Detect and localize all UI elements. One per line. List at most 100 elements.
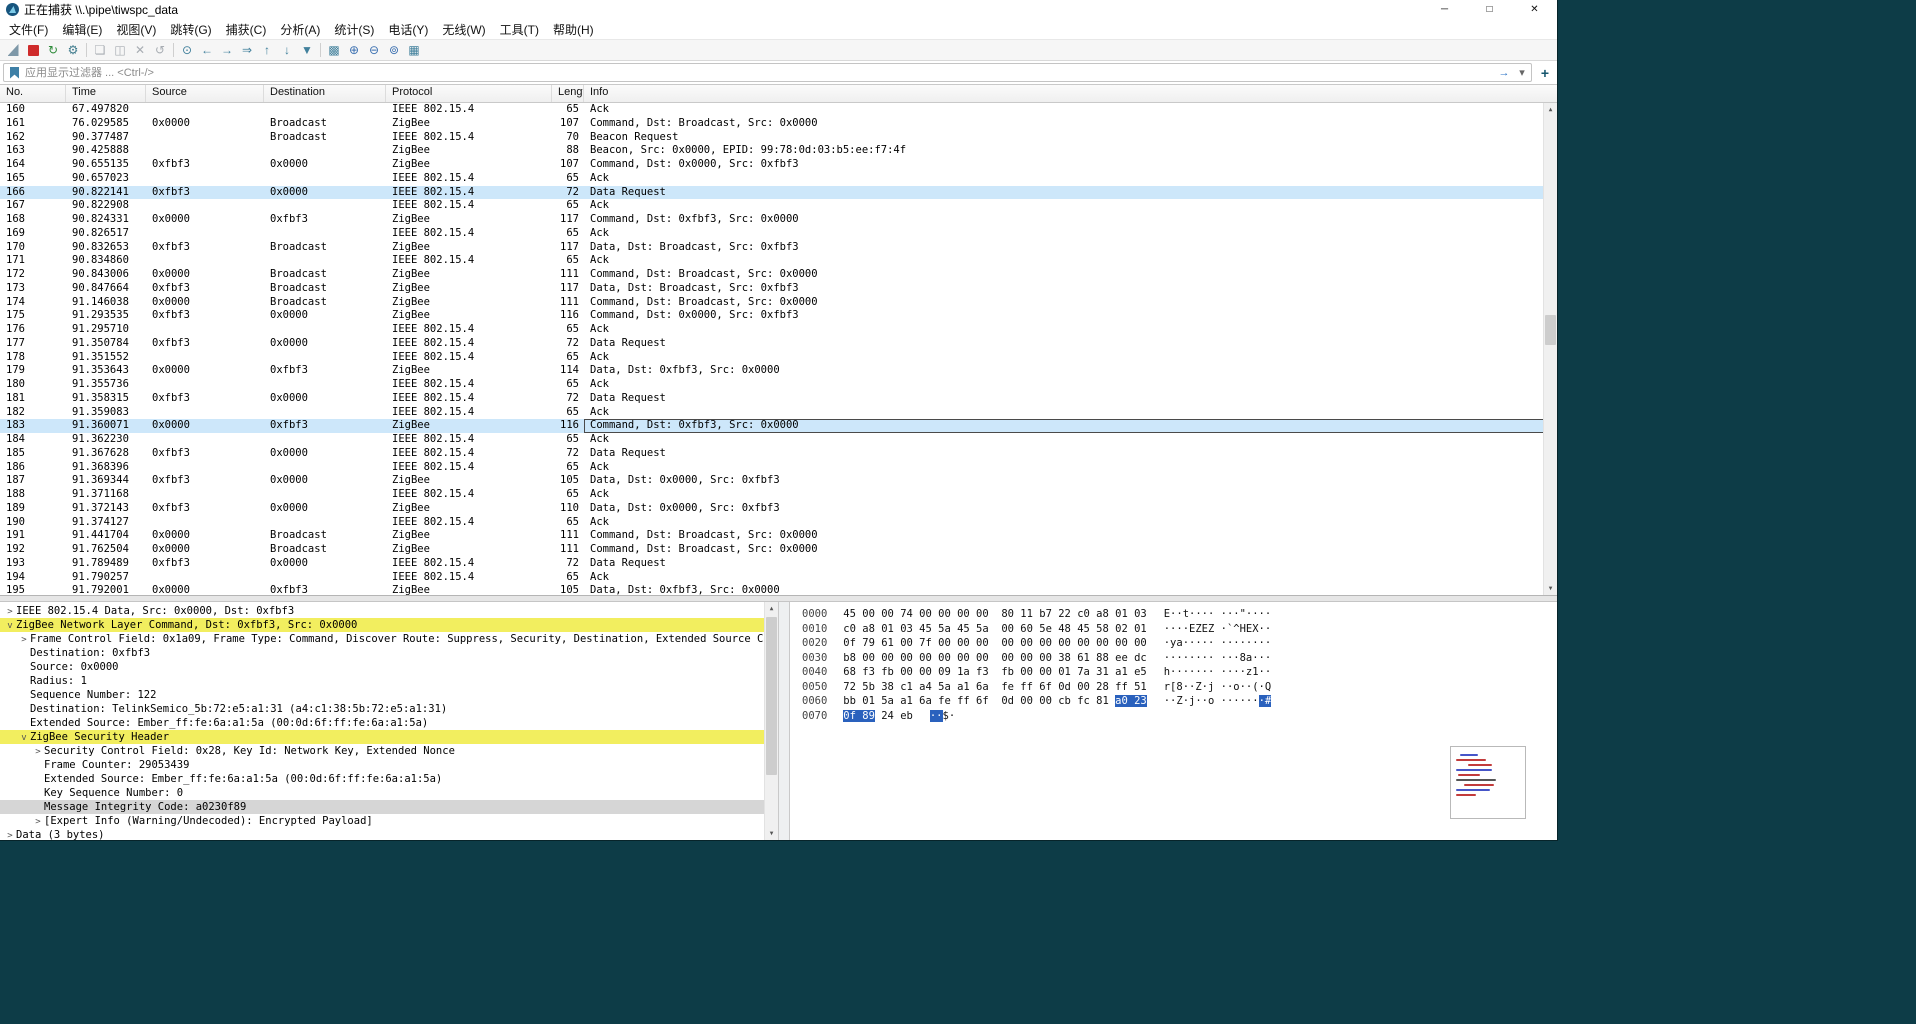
packet-row[interactable]: 18491.362230IEEE 802.15.465Ack (0, 433, 1557, 447)
packet-row[interactable]: 18091.355736IEEE 802.15.465Ack (0, 378, 1557, 392)
packet-row[interactable]: 18891.371168IEEE 802.15.465Ack (0, 488, 1557, 502)
display-filter-box[interactable]: → ▾ (3, 63, 1532, 82)
minimize-button[interactable]: ─ (1422, 0, 1467, 19)
pane-splitter-horizontal[interactable] (0, 595, 1557, 602)
hex-row[interactable]: 00700f 89 24 eb··$· (802, 709, 1557, 724)
display-filter-input[interactable] (25, 67, 1495, 79)
auto-scroll-button[interactable]: ▼ (297, 41, 317, 59)
expand-arrow-icon[interactable]: > (4, 605, 16, 618)
apply-filter-icon[interactable]: → (1495, 67, 1513, 79)
stop-capture-button[interactable] (23, 41, 43, 59)
column-header-no[interactable]: No. (0, 85, 66, 102)
packet-row[interactable]: 17791.3507840xfbf30x0000IEEE 802.15.472D… (0, 337, 1557, 351)
scroll-up-icon[interactable]: ▲ (765, 602, 778, 615)
maximize-button[interactable]: □ (1467, 0, 1512, 19)
scroll-thumb[interactable] (766, 617, 777, 775)
packet-row[interactable]: 16490.6551350xfbf30x0000ZigBee107Command… (0, 158, 1557, 172)
expand-arrow-icon[interactable]: > (4, 829, 16, 840)
menu-item-capture[interactable]: 捕获(C) (219, 19, 274, 40)
packet-row[interactable]: 16690.8221410xfbf30x0000IEEE 802.15.472D… (0, 186, 1557, 200)
tree-item[interactable]: Extended Source: Ember_ff:fe:6a:a1:5a (0… (0, 716, 778, 730)
hex-row[interactable]: 0060bb 01 5a a1 6a fe ff 6f 0d 00 00 cb … (802, 694, 1557, 709)
packet-row[interactable]: 19191.4417040x0000BroadcastZigBee111Comm… (0, 529, 1557, 543)
add-filter-button[interactable]: + (1536, 64, 1554, 81)
packet-row[interactable]: 18691.368396IEEE 802.15.465Ack (0, 461, 1557, 475)
find-packet-button[interactable]: ⊙ (177, 41, 197, 59)
packet-row[interactable]: 19591.7920010x00000xfbf3ZigBee105Data, D… (0, 584, 1557, 595)
tree-item[interactable]: Extended Source: Ember_ff:fe:6a:a1:5a (0… (0, 772, 778, 786)
tree-item[interactable]: Destination: 0xfbf3 (0, 646, 778, 660)
tree-item[interactable]: vZigBee Security Header (0, 730, 778, 744)
packet-row[interactable]: 17891.351552IEEE 802.15.465Ack (0, 351, 1557, 365)
packet-row[interactable]: 16890.8243310x00000xfbf3ZigBee117Command… (0, 213, 1557, 227)
column-header-length[interactable]: Lengt (552, 85, 584, 102)
reload-button[interactable]: ↺ (150, 41, 170, 59)
go-forward-button[interactable]: → (217, 41, 237, 59)
tree-item[interactable]: Source: 0x0000 (0, 660, 778, 674)
tree-item[interactable]: Frame Counter: 29053439 (0, 758, 778, 772)
packet-row[interactable]: 16176.0295850x0000BroadcastZigBee107Comm… (0, 117, 1557, 131)
hex-row[interactable]: 00200f 79 61 00 7f 00 00 00 00 00 00 00 … (802, 636, 1557, 651)
menu-item-help[interactable]: 帮助(H) (546, 19, 601, 40)
packet-row[interactable]: 17190.834860IEEE 802.15.465Ack (0, 254, 1557, 268)
tree-item[interactable]: vZigBee Network Layer Command, Dst: 0xfb… (0, 618, 778, 632)
save-file-button[interactable]: ◫ (110, 41, 130, 59)
hex-row[interactable]: 000045 00 00 74 00 00 00 00 80 11 b7 22 … (802, 607, 1557, 622)
menu-item-edit[interactable]: 编辑(E) (55, 19, 109, 40)
column-header-info[interactable]: Info (584, 85, 1557, 102)
tree-item[interactable]: Key Sequence Number: 0 (0, 786, 778, 800)
title-bar[interactable]: 正在捕获 \\.\pipe\tiwspc_data ─ □ ✕ (0, 0, 1557, 19)
packet-row[interactable]: 17991.3536430x00000xfbf3ZigBee114Data, D… (0, 364, 1557, 378)
scroll-down-icon[interactable]: ▼ (765, 827, 778, 840)
scroll-thumb[interactable] (1545, 315, 1556, 345)
menu-item-go[interactable]: 跳转(G) (163, 19, 218, 40)
colorize-button[interactable]: ▩ (324, 41, 344, 59)
packet-row[interactable]: 18791.3693440xfbf30x0000ZigBee105Data, D… (0, 474, 1557, 488)
packet-row[interactable]: 19291.7625040x0000BroadcastZigBee111Comm… (0, 543, 1557, 557)
column-header-destination[interactable]: Destination (264, 85, 386, 102)
detail-scrollbar[interactable]: ▲ ▼ (764, 602, 778, 840)
menu-item-file[interactable]: 文件(F) (2, 19, 55, 40)
scroll-down-icon[interactable]: ▼ (1544, 582, 1557, 595)
menu-item-tools[interactable]: 工具(T) (493, 19, 546, 40)
go-back-button[interactable]: ← (197, 41, 217, 59)
menu-item-analyze[interactable]: 分析(A) (273, 19, 327, 40)
packet-row[interactable]: 19391.7894890xfbf30x0000IEEE 802.15.472D… (0, 557, 1557, 571)
tree-item[interactable]: >Frame Control Field: 0x1a09, Frame Type… (0, 632, 778, 646)
tree-item[interactable]: >Data (3 bytes) (0, 828, 778, 840)
packet-row[interactable]: 19491.790257IEEE 802.15.465Ack (0, 571, 1557, 585)
packet-row[interactable]: 16290.377487BroadcastIEEE 802.15.470Beac… (0, 131, 1557, 145)
packet-list-scrollbar[interactable]: ▲ ▼ (1543, 103, 1557, 595)
hex-row[interactable]: 004068 f3 fb 00 00 09 1a f3 fb 00 00 01 … (802, 665, 1557, 680)
capture-options-button[interactable]: ⚙ (63, 41, 83, 59)
packet-row[interactable]: 17491.1460380x0000BroadcastZigBee111Comm… (0, 296, 1557, 310)
filter-bookmark-icon[interactable] (10, 67, 19, 79)
packet-row[interactable]: 16390.425888ZigBee88Beacon, Src: 0x0000,… (0, 144, 1557, 158)
filter-dropdown-icon[interactable]: ▾ (1513, 66, 1531, 79)
column-header-source[interactable]: Source (146, 85, 264, 102)
resize-columns-button[interactable]: ▦ (404, 41, 424, 59)
zoom-in-button[interactable]: ⊕ (344, 41, 364, 59)
scroll-up-icon[interactable]: ▲ (1544, 103, 1557, 116)
open-file-button[interactable]: ❏ (90, 41, 110, 59)
start-capture-button[interactable] (3, 41, 23, 59)
packet-row[interactable]: 16790.822908IEEE 802.15.465Ack (0, 199, 1557, 213)
zoom-100-button[interactable]: ⊚ (384, 41, 404, 59)
tree-item[interactable]: Radius: 1 (0, 674, 778, 688)
packet-row[interactable]: 18291.359083IEEE 802.15.465Ack (0, 406, 1557, 420)
hex-row[interactable]: 0010c0 a8 01 03 45 5a 45 5a 00 60 5e 48 … (802, 622, 1557, 637)
go-last-button[interactable]: ↓ (277, 41, 297, 59)
expand-arrow-icon[interactable]: > (32, 815, 44, 828)
packet-row[interactable]: 16590.657023IEEE 802.15.465Ack (0, 172, 1557, 186)
packet-row[interactable]: 16067.497820IEEE 802.15.465Ack (0, 103, 1557, 117)
menu-item-wireless[interactable]: 无线(W) (435, 19, 492, 40)
packet-row[interactable]: 18591.3676280xfbf30x0000IEEE 802.15.472D… (0, 447, 1557, 461)
packet-row[interactable]: 17591.2935350xfbf30x0000ZigBee116Command… (0, 309, 1557, 323)
tree-item[interactable]: >Security Control Field: 0x28, Key Id: N… (0, 744, 778, 758)
column-header-protocol[interactable]: Protocol (386, 85, 552, 102)
hex-row[interactable]: 005072 5b 38 c1 a4 5a a1 6a fe ff 6f 0d … (802, 680, 1557, 695)
packet-row[interactable]: 19091.374127IEEE 802.15.465Ack (0, 516, 1557, 530)
close-file-button[interactable]: ✕ (130, 41, 150, 59)
go-first-button[interactable]: ↑ (257, 41, 277, 59)
expand-arrow-icon[interactable]: > (18, 633, 30, 646)
